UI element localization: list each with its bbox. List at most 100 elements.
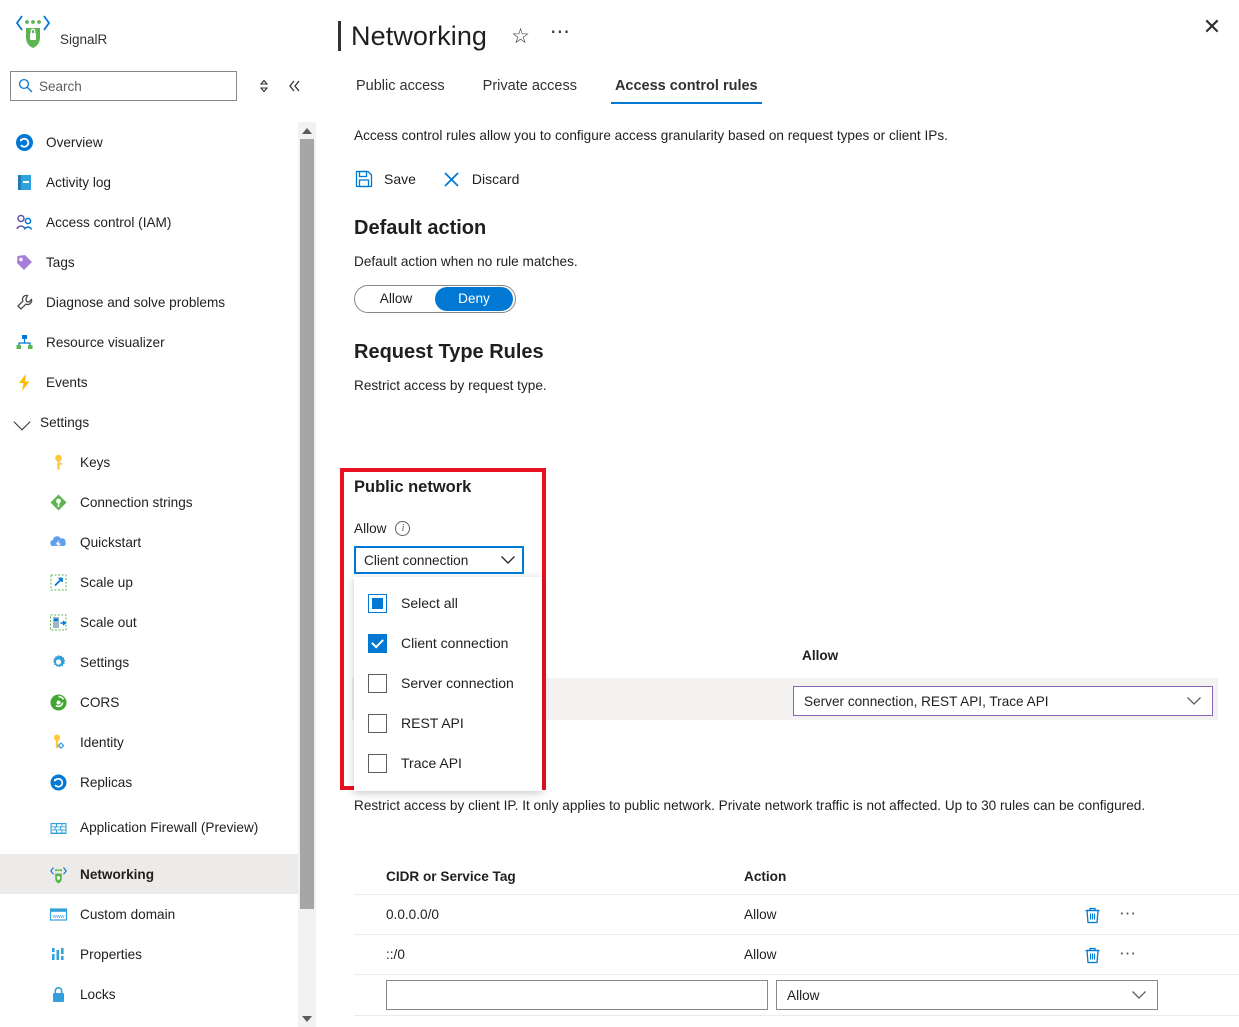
table-row[interactable]: ::/0 Allow ⋯	[354, 934, 1239, 974]
sidebar-item-custom-domain[interactable]: www Custom domain	[0, 894, 298, 934]
cell-action: Allow	[744, 947, 1084, 962]
sidebar-item-overview[interactable]: Overview	[0, 122, 298, 162]
public-network-allow-dropdown[interactable]: Select all Client connection Server conn…	[354, 577, 542, 791]
star-icon[interactable]: ☆	[511, 26, 530, 47]
request-type-rules-subtitle: Restrict access by request type.	[354, 378, 1239, 393]
resource-visualizer-icon	[14, 332, 34, 352]
ellipsis-icon[interactable]: ⋯	[550, 27, 572, 45]
sidebar-item-cors[interactable]: CORS	[0, 682, 298, 722]
sidebar-item-replicas[interactable]: Replicas	[0, 762, 298, 802]
sidebar-item-label: Tags	[46, 255, 75, 270]
sidebar-item-settings[interactable]: Settings	[0, 642, 298, 682]
tab-public-access[interactable]: Public access	[354, 78, 447, 104]
checkbox-checked-icon[interactable]	[368, 634, 387, 653]
sidebar-item-keys[interactable]: Keys	[0, 442, 298, 482]
cell-row-actions: ⋯	[1084, 906, 1214, 924]
search-input[interactable]: Search	[10, 71, 237, 101]
new-rule-cidr-input[interactable]	[386, 980, 768, 1010]
quickstart-icon	[48, 532, 68, 552]
dropdown-option-rest-api[interactable]: REST API	[354, 703, 542, 743]
discard-button[interactable]: Discard	[442, 169, 519, 189]
pin-toggle-icon[interactable]	[251, 73, 277, 99]
info-icon[interactable]: i	[395, 521, 410, 536]
sidebar-item-identity[interactable]: Identity	[0, 722, 298, 762]
sidebar-item-resource-visualizer[interactable]: Resource visualizer	[0, 322, 298, 362]
default-action-toggle[interactable]: Allow Deny	[354, 285, 516, 313]
private-network-allow-select[interactable]: Server connection, REST API, Trace API	[793, 686, 1213, 716]
sidebar-item-quickstart[interactable]: Quickstart	[0, 522, 298, 562]
sidebar-item-label: Settings	[80, 655, 129, 670]
connection-strings-icon	[48, 492, 68, 512]
chevron-down-icon	[1186, 694, 1202, 709]
checkbox-unchecked-icon[interactable]	[368, 674, 387, 693]
search-placeholder: Search	[39, 79, 82, 94]
tab-strip: Public access Private access Access cont…	[316, 58, 1239, 104]
activity-log-icon	[14, 172, 34, 192]
public-network-allow-value: Client connection	[364, 553, 468, 568]
public-network-allow-select[interactable]: Client connection	[354, 546, 524, 574]
close-icon[interactable]: ✕	[1193, 8, 1231, 46]
command-bar: Save Discard	[354, 169, 1239, 189]
sidebar-item-activity-log[interactable]: Activity log	[0, 162, 298, 202]
signalr-icon	[14, 12, 52, 50]
column-header-action: Action	[744, 869, 1084, 884]
sidebar-item-scale-up[interactable]: Scale up	[0, 562, 298, 602]
default-action-heading: Default action	[354, 217, 1239, 240]
dropdown-option-select-all[interactable]: Select all	[354, 583, 542, 623]
dropdown-option-trace-api[interactable]: Trace API	[354, 743, 542, 783]
tab-private-access[interactable]: Private access	[481, 78, 579, 104]
tab-access-control-rules[interactable]: Access control rules	[613, 78, 760, 104]
checkbox-unchecked-icon[interactable]	[368, 714, 387, 733]
trash-icon[interactable]	[1084, 946, 1101, 964]
sidebar-item-access-control[interactable]: Access control (IAM)	[0, 202, 298, 242]
trash-icon[interactable]	[1084, 906, 1101, 924]
new-rule-action-select[interactable]: Allow	[776, 980, 1158, 1010]
sidebar-item-label: Scale up	[80, 575, 133, 590]
dropdown-option-server-connection[interactable]: Server connection	[354, 663, 542, 703]
sidebar-item-scale-out[interactable]: Scale out	[0, 602, 298, 642]
replicas-icon	[48, 772, 68, 792]
dropdown-option-client-connection[interactable]: Client connection	[354, 623, 542, 663]
sidebar-item-tags[interactable]: Tags	[0, 242, 298, 282]
sidebar-item-properties[interactable]: Properties	[0, 934, 298, 974]
sidebar-item-label: Locks	[80, 987, 116, 1002]
lock-icon	[48, 984, 68, 1004]
sidebar-item-events[interactable]: Events	[0, 362, 298, 402]
properties-icon	[48, 944, 68, 964]
sidebar-item-networking[interactable]: Networking	[0, 854, 298, 894]
sidebar-item-label: Identity	[80, 735, 124, 750]
sidebar-item-diagnose[interactable]: Diagnose and solve problems	[0, 282, 298, 322]
ellipsis-icon[interactable]: ⋯	[1119, 909, 1138, 919]
discard-icon	[442, 169, 462, 189]
cell-cidr: 0.0.0.0/0	[354, 907, 744, 922]
sidebar-item-application-firewall[interactable]: Application Firewall (Preview)	[0, 802, 298, 854]
key-icon	[48, 452, 68, 472]
table-header-row: CIDR or Service Tag Action	[354, 858, 1239, 894]
sidebar-group-settings[interactable]: Settings	[0, 402, 298, 442]
scroll-down-arrow-icon[interactable]	[298, 1010, 316, 1027]
table-row[interactable]: 0.0.0.0/0 Allow ⋯	[354, 894, 1239, 934]
collapse-sidebar-icon[interactable]	[282, 73, 308, 99]
default-action-deny-option[interactable]: Deny	[435, 287, 513, 311]
ellipsis-icon[interactable]: ⋯	[1119, 949, 1138, 959]
scrollbar-thumb[interactable]	[300, 139, 314, 909]
sidebar-item-label: Custom domain	[80, 907, 175, 922]
panel-description: Access control rules allow you to config…	[354, 128, 1239, 143]
sidebar-scrollbar[interactable]	[298, 122, 316, 1027]
sidebar-item-label: Quickstart	[80, 535, 141, 550]
new-rule-action-value: Allow	[787, 988, 819, 1003]
sidebar-item-label: Settings	[40, 415, 89, 430]
default-action-allow-option[interactable]: Allow	[357, 287, 435, 311]
dropdown-option-label: Select all	[401, 595, 458, 611]
identity-icon	[48, 732, 68, 752]
sidebar-item-connection-strings[interactable]: Connection strings	[0, 482, 298, 522]
checkbox-unchecked-icon[interactable]	[368, 754, 387, 773]
checkbox-partial-icon[interactable]	[368, 594, 387, 613]
sidebar-item-label: CORS	[80, 695, 119, 710]
sidebar-item-locks[interactable]: Locks	[0, 974, 298, 1014]
scroll-up-arrow-icon[interactable]	[298, 122, 316, 139]
scale-out-icon	[48, 612, 68, 632]
sidebar-item-label: Keys	[80, 455, 110, 470]
sidebar-item-label: Connection strings	[80, 495, 193, 510]
save-button[interactable]: Save	[354, 169, 416, 189]
